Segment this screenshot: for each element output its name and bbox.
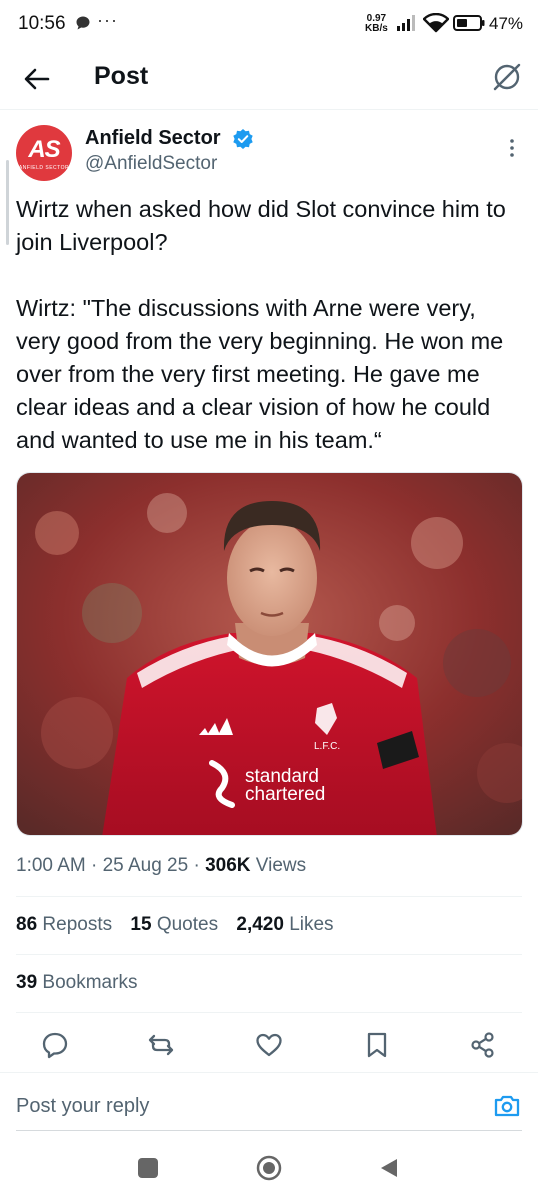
crest-label: L.F.C.: [314, 741, 340, 752]
message-icon: [76, 16, 90, 30]
status-bar: 10:56 ··· 0.97 KB/s 47%: [0, 0, 538, 50]
tweet-date: 25 Aug 25: [102, 855, 189, 876]
tweet-meta: 1:00 AM · 25 Aug 25 · 306K Views: [16, 855, 306, 877]
tweet-image[interactable]: L.F.C. standard chartered: [16, 472, 523, 836]
camera-icon[interactable]: [492, 1091, 522, 1121]
views-count: 306K: [205, 855, 251, 876]
tweet-paragraph-question: Wirtz when asked how did Slot convince h…: [16, 196, 506, 255]
quotes-stat[interactable]: 15 Quotes: [130, 914, 218, 935]
quotes-label: Quotes: [156, 914, 219, 935]
status-more-dots: ···: [97, 10, 118, 30]
author-handle[interactable]: @AnfieldSector: [85, 153, 217, 175]
bookmarks-count: 39: [16, 972, 38, 993]
heart-icon[interactable]: [254, 1030, 284, 1060]
likes-label: Likes: [289, 914, 334, 935]
repost-icon[interactable]: [146, 1030, 176, 1060]
status-time: 10:56: [18, 13, 66, 34]
meta-separator: ·: [91, 855, 98, 876]
scroll-indicator: [6, 160, 9, 245]
likes-count: 2,420: [236, 914, 284, 935]
share-icon[interactable]: [468, 1030, 498, 1060]
reposts-label: Reposts: [42, 914, 113, 935]
author-name[interactable]: Anfield Sector: [85, 127, 221, 150]
reposts-count: 86: [16, 914, 38, 935]
tweet-paragraph-quote: Wirtz: "The discussions with Arne were v…: [16, 295, 504, 453]
bookmarks-stat[interactable]: 39 Bookmarks: [16, 972, 137, 994]
reply-bar: Post your reply: [0, 1072, 538, 1132]
meta-separator: ·: [193, 855, 200, 876]
wifi-icon: [423, 13, 449, 33]
avatar-initials: AS: [28, 136, 60, 163]
reposts-stat[interactable]: 86 Reposts: [16, 914, 112, 935]
avatar-subtext: ANFIELD SECTOR: [18, 165, 70, 171]
grok-icon[interactable]: [490, 60, 524, 94]
home-button-icon[interactable]: [256, 1155, 282, 1181]
reply-icon[interactable]: [40, 1030, 70, 1060]
quotes-count: 15: [130, 914, 152, 935]
battery-icon: [453, 15, 485, 31]
system-nav-bar: [0, 1140, 538, 1199]
reply-input[interactable]: Post your reply: [16, 1095, 149, 1118]
bookmark-icon[interactable]: [362, 1030, 392, 1060]
page-title: Post: [94, 62, 149, 90]
network-speed-unit: KB/s: [365, 23, 388, 34]
system-back-icon[interactable]: [378, 1157, 400, 1179]
arrow-left-icon[interactable]: [20, 62, 54, 96]
tweet-time: 1:00 AM: [16, 855, 86, 876]
player-photo: L.F.C. standard chartered: [17, 473, 522, 835]
tweet-stats: 86 Reposts 15 Quotes 2,420 Likes: [16, 914, 347, 936]
battery-percent: 47%: [489, 14, 524, 33]
sponsor-line-2: chartered: [245, 784, 325, 805]
recents-button[interactable]: [138, 1158, 158, 1178]
avatar[interactable]: AS ANFIELD SECTOR: [16, 125, 72, 181]
tweet-text: Wirtz when asked how did Slot convince h…: [16, 193, 526, 457]
divider: [16, 896, 522, 897]
verified-badge-icon: [233, 129, 253, 149]
header: Post: [0, 50, 538, 110]
reply-underline: [16, 1130, 522, 1131]
bookmarks-label: Bookmarks: [42, 972, 138, 993]
more-options-icon[interactable]: [502, 136, 522, 160]
likes-stat[interactable]: 2,420 Likes: [236, 914, 333, 935]
signal-icon: [397, 15, 415, 31]
divider: [16, 954, 522, 955]
network-speed: 0.97 KB/s: [365, 14, 388, 34]
views-label: Views: [255, 855, 307, 876]
divider: [16, 1012, 522, 1013]
